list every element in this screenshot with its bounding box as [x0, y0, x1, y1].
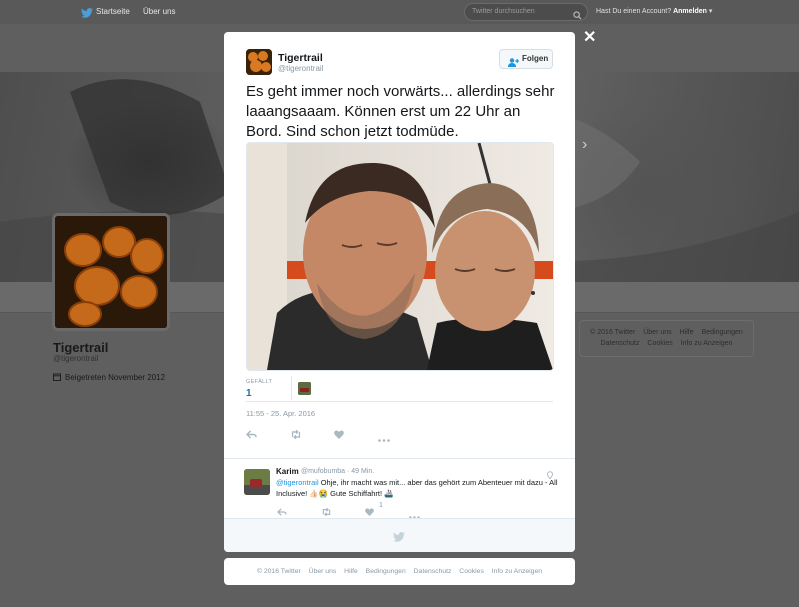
- profile-handle[interactable]: @tigerontrail: [53, 354, 98, 363]
- signin-prompt: Hast Du einen Account? Anmelden ▾: [596, 7, 712, 15]
- footer-link[interactable]: © 2016 Twitter: [257, 568, 301, 575]
- reply-author-meta[interactable]: @mufobumba · 49 Min.: [301, 468, 374, 475]
- footer-link[interactable]: Hilfe: [344, 568, 358, 575]
- reply-text: @tigerontrail Ohje, ihr macht was mit...…: [276, 478, 558, 499]
- chevron-down-icon[interactable]: ▾: [709, 8, 713, 15]
- author-avatar[interactable]: [246, 49, 272, 75]
- footer-link[interactable]: Bedingungen: [366, 568, 406, 575]
- side-footer-link[interactable]: Datenschutz: [601, 340, 640, 347]
- profile-avatar[interactable]: [52, 213, 170, 331]
- modal-footer: © 2016 Twitter Über uns Hilfe Bedingunge…: [224, 558, 575, 585]
- side-footer-link[interactable]: Info zu Anzeigen: [681, 340, 733, 347]
- close-icon[interactable]: ✕: [583, 30, 596, 46]
- login-link[interactable]: Anmelden: [673, 8, 707, 15]
- reply-author-name[interactable]: Karim: [276, 467, 299, 476]
- side-footer-link[interactable]: Über uns: [643, 329, 671, 336]
- stats-divider: [291, 376, 292, 400]
- liker-avatar[interactable]: [298, 382, 311, 395]
- footer-link[interactable]: Info zu Anzeigen: [492, 568, 542, 575]
- top-navigation-bar: Startseite Über uns Twitter durchsuchen …: [0, 0, 799, 25]
- nav-home-link[interactable]: Startseite: [96, 7, 130, 16]
- tweet-photo[interactable]: [246, 142, 554, 371]
- tweet-modal: Tigertrail @tigerontrail Folgen Es geht …: [224, 32, 575, 552]
- add-user-icon: [508, 54, 520, 72]
- search-input[interactable]: Twitter durchsuchen: [464, 3, 588, 21]
- search-icon[interactable]: [573, 7, 582, 25]
- divider: [246, 401, 553, 402]
- tweet-text: Es geht immer noch vorwärts... allerding…: [246, 83, 555, 140]
- follow-button[interactable]: Folgen: [499, 49, 553, 69]
- more-options-icon[interactable]: [378, 429, 390, 447]
- side-footer: © 2016 Twitter Über uns Hilfe Bedingunge…: [579, 320, 754, 357]
- side-footer-link[interactable]: © 2016 Twitter: [590, 329, 635, 336]
- profile-name[interactable]: Tigertrail: [53, 340, 108, 355]
- modal-bottom-bar: [224, 518, 575, 552]
- likes-label: GEFÄLLT: [246, 379, 273, 385]
- chevron-right-icon[interactable]: ›: [582, 136, 587, 154]
- author-handle[interactable]: @tigerontrail: [278, 64, 323, 73]
- nav-about-link[interactable]: Über uns: [143, 7, 175, 16]
- retweet-icon[interactable]: [290, 426, 302, 444]
- reply-text-body: Ohje, ihr macht was mit... aber das gehö…: [276, 478, 558, 498]
- reply-mention-link[interactable]: @tigerontrail: [276, 478, 319, 487]
- footer-links: © 2016 Twitter Über uns Hilfe Bedingunge…: [224, 568, 575, 575]
- side-footer-link[interactable]: Hilfe: [680, 329, 694, 336]
- twitter-bird-icon: [393, 529, 405, 547]
- footer-link[interactable]: Datenschutz: [414, 568, 452, 575]
- footer-link[interactable]: Über uns: [309, 568, 337, 575]
- have-account-text: Hast Du einen Account?: [596, 8, 672, 15]
- join-date: Beigetreten November 2012: [53, 373, 165, 383]
- reply-like-count[interactable]: 1: [379, 502, 383, 509]
- reply-icon[interactable]: [245, 426, 257, 444]
- heart-icon[interactable]: [334, 426, 344, 444]
- side-footer-line-2: Datenschutz Cookies Info zu Anzeigen: [580, 340, 753, 347]
- author-name[interactable]: Tigertrail: [278, 52, 323, 64]
- reply-tweet[interactable]: Karim @mufobumba · 49 Min. @tigerontrail…: [224, 458, 575, 519]
- side-footer-line-1: © 2016 Twitter Über uns Hilfe Bedingunge…: [580, 329, 753, 336]
- footer-link[interactable]: Cookies: [459, 568, 484, 575]
- join-date-text: Beigetreten November 2012: [65, 373, 166, 383]
- calendar-icon: [53, 373, 61, 383]
- tweet-timestamp[interactable]: 11:55 - 25. Apr. 2016: [246, 409, 315, 418]
- search-placeholder: Twitter durchsuchen: [472, 8, 535, 15]
- likes-count[interactable]: 1: [246, 388, 252, 399]
- side-footer-link[interactable]: Bedingungen: [702, 329, 743, 336]
- follow-button-label: Folgen: [522, 54, 549, 63]
- reply-author-avatar[interactable]: [244, 469, 270, 495]
- twitter-bird-icon[interactable]: [81, 5, 93, 23]
- side-footer-link[interactable]: Cookies: [647, 340, 672, 347]
